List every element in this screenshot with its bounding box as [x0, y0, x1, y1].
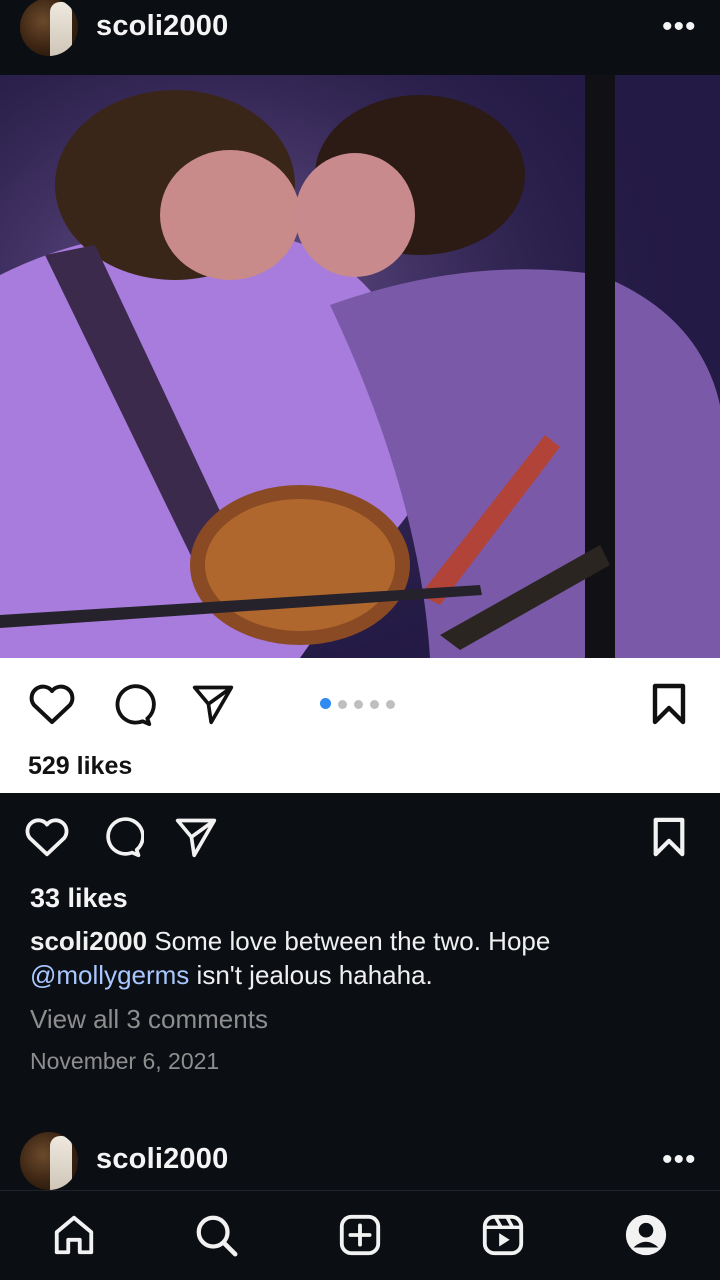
like-count[interactable]: 33 likes — [30, 883, 128, 914]
nav-home[interactable] — [44, 1205, 104, 1265]
carousel-dot — [320, 698, 331, 709]
nav-search[interactable] — [186, 1205, 246, 1265]
carousel-dot — [338, 700, 347, 709]
more-options-button[interactable]: ••• — [662, 1145, 697, 1175]
carousel-indicator — [320, 696, 402, 714]
post-date: November 6, 2021 — [30, 1048, 220, 1074]
avatar[interactable] — [20, 1132, 78, 1190]
carousel-dot — [386, 700, 395, 709]
caption-text: Some love between the two. Hope — [147, 926, 551, 956]
post-username[interactable]: scoli2000 — [96, 10, 228, 43]
mention-link[interactable]: @mollygerms — [30, 960, 189, 990]
inner-like-count[interactable]: 529 likes — [28, 752, 132, 781]
share-icon[interactable] — [190, 682, 236, 726]
create-icon — [339, 1214, 381, 1256]
like-heart-icon[interactable] — [28, 682, 76, 726]
nav-reels[interactable] — [473, 1205, 533, 1265]
caption-username[interactable]: scoli2000 — [30, 926, 147, 956]
inner-post-actions: 529 likes — [0, 658, 720, 793]
bottom-navigation — [0, 1190, 720, 1280]
post-caption: scoli2000 Some love between the two. Hop… — [30, 924, 710, 992]
comment-icon[interactable] — [108, 682, 156, 728]
more-options-button[interactable]: ••• — [662, 12, 697, 42]
comment-icon[interactable] — [100, 815, 144, 859]
avatar[interactable] — [20, 0, 78, 56]
post-username[interactable]: scoli2000 — [96, 1143, 228, 1176]
concert-photo-illustration — [0, 75, 720, 658]
share-icon[interactable] — [174, 815, 218, 859]
search-icon — [196, 1215, 238, 1257]
caption-tail: isn't jealous hahaha. — [189, 960, 433, 990]
view-comments-link[interactable]: View all 3 comments — [30, 1004, 268, 1035]
reels-icon — [482, 1214, 524, 1256]
save-bookmark-icon[interactable] — [650, 815, 688, 859]
home-icon — [54, 1215, 94, 1255]
save-bookmark-icon[interactable] — [648, 682, 690, 726]
nav-create[interactable] — [330, 1205, 390, 1265]
post-photo[interactable] — [0, 75, 720, 658]
profile-icon — [625, 1214, 667, 1256]
nav-profile[interactable] — [616, 1205, 676, 1265]
like-heart-icon[interactable] — [24, 815, 70, 859]
post-header: scoli2000 ••• — [0, 0, 720, 62]
carousel-dot — [370, 700, 379, 709]
carousel-dot — [354, 700, 363, 709]
